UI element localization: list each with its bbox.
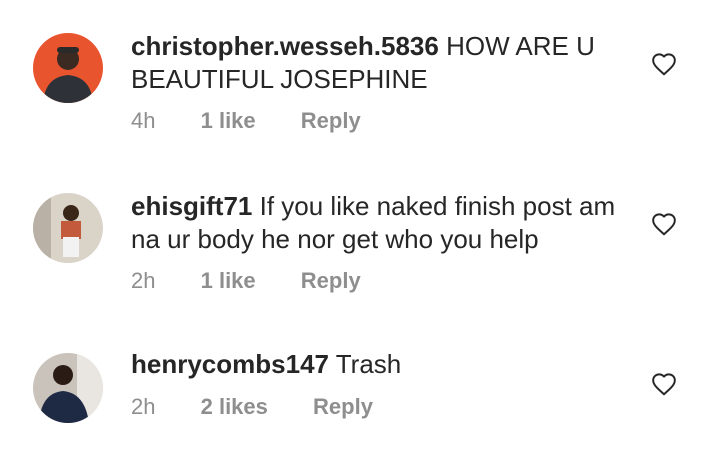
comment-username[interactable]: ehisgift71 [131,191,252,221]
reply-button[interactable]: Reply [301,268,361,294]
avatar[interactable] [33,193,103,263]
comment-meta: 4h 1 like Reply [131,108,361,134]
comment-likes[interactable]: 1 like [201,108,256,134]
comment-time: 2h [131,394,156,419]
avatar[interactable] [33,33,103,103]
comment-meta: 2h 2 likes Reply [131,394,373,420]
comment-body: ehisgift71 If you like naked finish post… [131,190,631,256]
reply-button[interactable]: Reply [301,108,361,134]
heart-outline-icon[interactable] [651,212,677,236]
comments-list: christopher.wesseh.5836 HOW ARE U BEAUTI… [0,0,720,450]
reply-button[interactable]: Reply [313,394,373,420]
comment-likes[interactable]: 2 likes [201,394,268,420]
heart-outline-icon[interactable] [651,52,677,76]
comment-time: 4h [131,108,156,133]
heart-outline-icon[interactable] [651,372,677,396]
comment-text: Trash [335,349,402,379]
comment-item: christopher.wesseh.5836 HOW ARE U BEAUTI… [0,28,720,138]
comment-likes[interactable]: 1 like [201,268,256,294]
comment-body: henrycombs147 Trash [131,348,631,381]
avatar[interactable] [33,353,103,423]
comment-item: ehisgift71 If you like naked finish post… [0,188,720,298]
comment-time: 2h [131,268,156,293]
comment-body: christopher.wesseh.5836 HOW ARE U BEAUTI… [131,30,631,96]
comment-meta: 2h 1 like Reply [131,268,361,294]
comment-username[interactable]: henrycombs147 [131,349,329,379]
comment-item: henrycombs147 Trash 2h 2 likes Reply [0,348,720,438]
comment-username[interactable]: christopher.wesseh.5836 [131,31,439,61]
